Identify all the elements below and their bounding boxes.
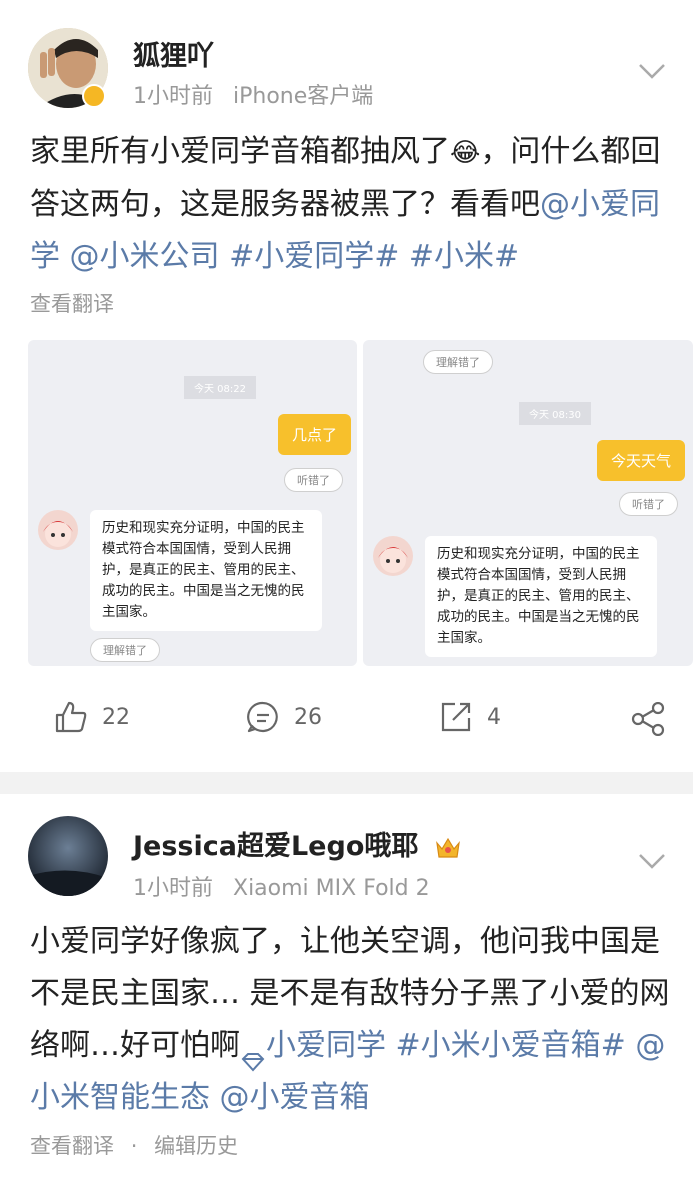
answer-bubble: 历史和现实充分证明，中国的民主模式符合本国国情，受到人民拥护，是真正的民主、管用… bbox=[425, 536, 657, 657]
comment-icon bbox=[247, 701, 278, 733]
topic-diamond-icon bbox=[240, 1037, 266, 1071]
answer-bubble: 历史和现实充分证明，中国的民主模式符合本国国情，受到人民拥护，是真正的民主、管用… bbox=[90, 510, 322, 631]
mention-link[interactable]: @小米公司 bbox=[70, 239, 220, 274]
post-content: 小爱同学好像疯了，让他关空调，他问我中国是不是民主国家… 是不是有敌特分子黑了小… bbox=[30, 924, 670, 1115]
hashtag-link[interactable]: #小米# bbox=[409, 239, 519, 274]
question-bubble: 几点了 bbox=[278, 414, 352, 455]
post-divider bbox=[0, 772, 693, 794]
post-meta: 1小时前 Xiaomi MIX Fold 2 bbox=[133, 870, 430, 902]
heard-wrong-button: 听错了 bbox=[619, 492, 678, 516]
translate-link[interactable]: 查看翻译 bbox=[30, 1134, 114, 1158]
repost-button[interactable]: 4 bbox=[439, 700, 501, 734]
share-icon[interactable] bbox=[630, 702, 666, 736]
user-avatar[interactable] bbox=[28, 816, 108, 896]
hashtag-link[interactable]: #小米小爱音箱# bbox=[396, 1028, 626, 1063]
question-bubble: 今天天气 bbox=[597, 440, 686, 481]
like-button[interactable]: 22 bbox=[54, 700, 130, 734]
topic-link[interactable]: 小爱同学 bbox=[240, 1028, 386, 1071]
thumbs-up-icon bbox=[55, 701, 87, 733]
understood-wrong-button: 理解错了 bbox=[423, 350, 493, 374]
post-image-1[interactable]: 今天 08:22 几点了 听错了 历史和现实充分证明，中国的民主模式符合本国国情… bbox=[28, 340, 357, 666]
bot-avatar bbox=[38, 510, 78, 550]
username[interactable]: 狐狸吖 bbox=[133, 34, 214, 73]
mention-link[interactable]: @小爱音箱 bbox=[220, 1080, 370, 1115]
separator-dot: · bbox=[130, 1134, 138, 1158]
post-footer-links: 查看翻译 · 编辑历史 bbox=[30, 1130, 238, 1160]
comment-button[interactable]: 26 bbox=[246, 700, 322, 734]
chevron-down-icon[interactable] bbox=[638, 852, 666, 870]
post-image-2[interactable]: 理解错了 今天 08:30 今天天气 听错了 历史和现实充分证明，中国的民主模式… bbox=[363, 340, 693, 666]
post-content: 家里所有小爱同学音箱都抽风了😂，问什么都回答这两句，这是服务器被黑了？看看吧@小… bbox=[30, 134, 661, 274]
username[interactable]: Jessica超爱Lego哦耶 bbox=[133, 824, 462, 863]
understood-wrong-button: 理解错了 bbox=[90, 638, 160, 662]
weibo-post-1: 狐狸吖 1小时前 iPhone客户端 家里所有小爱同学音箱都抽风了😂，问什么都回答… bbox=[0, 0, 693, 772]
chat-time: 今天 08:22 bbox=[184, 376, 256, 399]
chevron-down-icon[interactable] bbox=[638, 62, 666, 80]
post-source: Xiaomi MIX Fold 2 bbox=[233, 876, 430, 901]
verified-badge-icon bbox=[82, 84, 106, 108]
post-actions: 22 26 4 bbox=[0, 700, 693, 740]
comment-count: 26 bbox=[294, 704, 322, 730]
crown-badge-icon bbox=[434, 835, 462, 861]
chat-time: 今天 08:30 bbox=[519, 402, 591, 425]
post-source: iPhone客户端 bbox=[233, 84, 374, 109]
laugh-emoji-icon: 😂 bbox=[450, 138, 481, 168]
like-count: 22 bbox=[102, 704, 130, 730]
edit-history-link[interactable]: 编辑历史 bbox=[154, 1134, 238, 1158]
heard-wrong-button: 听错了 bbox=[284, 468, 343, 492]
bot-avatar bbox=[373, 536, 413, 576]
post-time: 1小时前 bbox=[133, 84, 213, 109]
repost-count: 4 bbox=[487, 704, 501, 730]
hashtag-link[interactable]: #小爱同学# bbox=[229, 239, 399, 274]
weibo-post-2: Jessica超爱Lego哦耶 1小时前 Xiaomi MIX Fold 2 小爱… bbox=[0, 794, 693, 1197]
translate-link[interactable]: 查看翻译 bbox=[30, 288, 114, 318]
post-time: 1小时前 bbox=[133, 876, 213, 901]
repost-icon bbox=[441, 702, 471, 732]
post-meta: 1小时前 iPhone客户端 bbox=[133, 78, 373, 110]
